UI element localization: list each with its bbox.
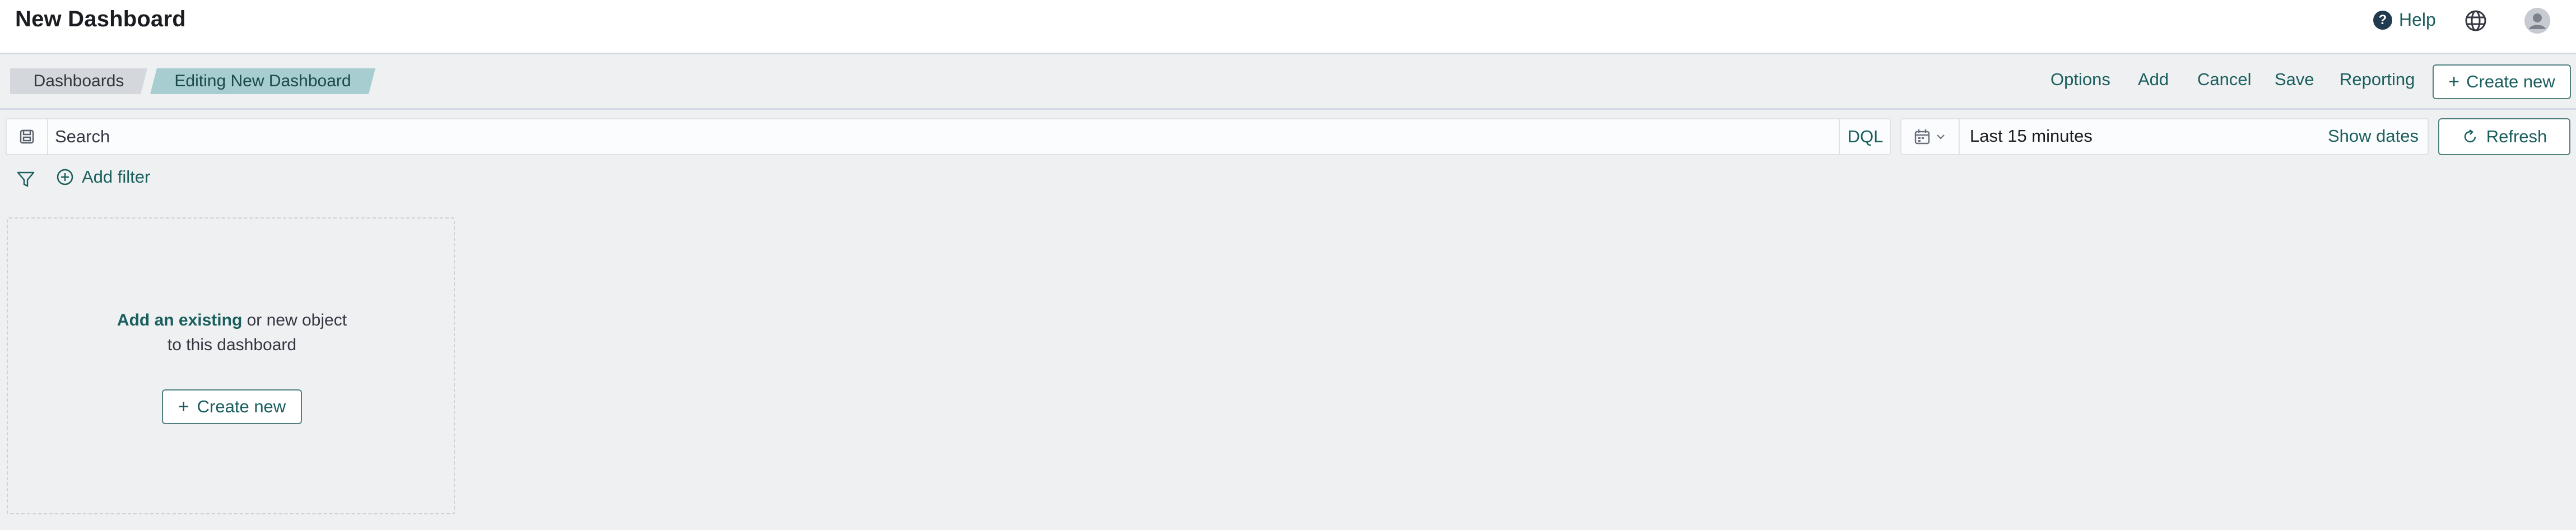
calendar-icon [1914,129,1930,145]
save-button[interactable]: Save [2275,69,2314,90]
saved-query-button[interactable] [7,119,48,154]
add-filter-label: Add filter [82,167,151,187]
globe-icon[interactable] [2463,8,2488,33]
quick-select-button[interactable] [1901,119,1960,154]
breadcrumb-editing: Editing New Dashboard [150,68,375,94]
chevron-down-icon [1937,134,1945,140]
dashboard-toolbar: Dashboards Editing New Dashboard [0,56,2576,110]
plus-icon: + [2448,71,2460,92]
create-new-panel-label: Create new [197,397,286,416]
plus-circle-icon [57,169,73,185]
breadcrumb-label: Editing New Dashboard [174,72,351,90]
refresh-button[interactable]: Refresh [2438,118,2570,155]
query-bar: DQL [6,118,1891,155]
add-button[interactable]: Add [2138,69,2169,90]
query-language-toggle[interactable]: DQL [1839,119,1891,154]
date-range-label[interactable]: Last 15 minutes [1970,126,2093,146]
save-query-icon [20,129,34,144]
help-link[interactable]: ? Help [2373,10,2436,30]
empty-dashboard-panel: Add an existing or new object to this da… [7,217,455,514]
refresh-icon [2464,129,2476,143]
plus-icon: + [178,396,189,417]
page-title: New Dashboard [15,7,186,31]
date-picker: Last 15 minutes Show dates [1900,118,2429,155]
show-dates-button[interactable]: Show dates [2328,126,2419,146]
create-new-panel-button[interactable]: + Create new [162,389,302,424]
breadcrumb-label: Dashboards [33,72,124,90]
app-header: New Dashboard ? Help [0,0,2576,54]
create-new-label: Create new [2466,72,2555,91]
options-button[interactable]: Options [2050,69,2110,90]
create-new-button[interactable]: + Create new [2433,64,2571,99]
empty-panel-message: Add an existing or new object to this da… [8,308,456,357]
search-input[interactable] [55,124,1836,150]
refresh-label: Refresh [2486,127,2547,146]
breadcrumb-dashboards[interactable]: Dashboards [10,68,147,94]
filter-icon[interactable] [16,169,36,189]
help-icon: ? [2373,10,2392,30]
add-filter-button[interactable]: Add filter [56,167,150,187]
cancel-button[interactable]: Cancel [2197,69,2252,90]
user-avatar-icon[interactable] [2524,7,2551,34]
reporting-button[interactable]: Reporting [2340,69,2415,90]
help-label: Help [2399,10,2436,30]
add-existing-link[interactable]: Add an existing [117,311,242,329]
